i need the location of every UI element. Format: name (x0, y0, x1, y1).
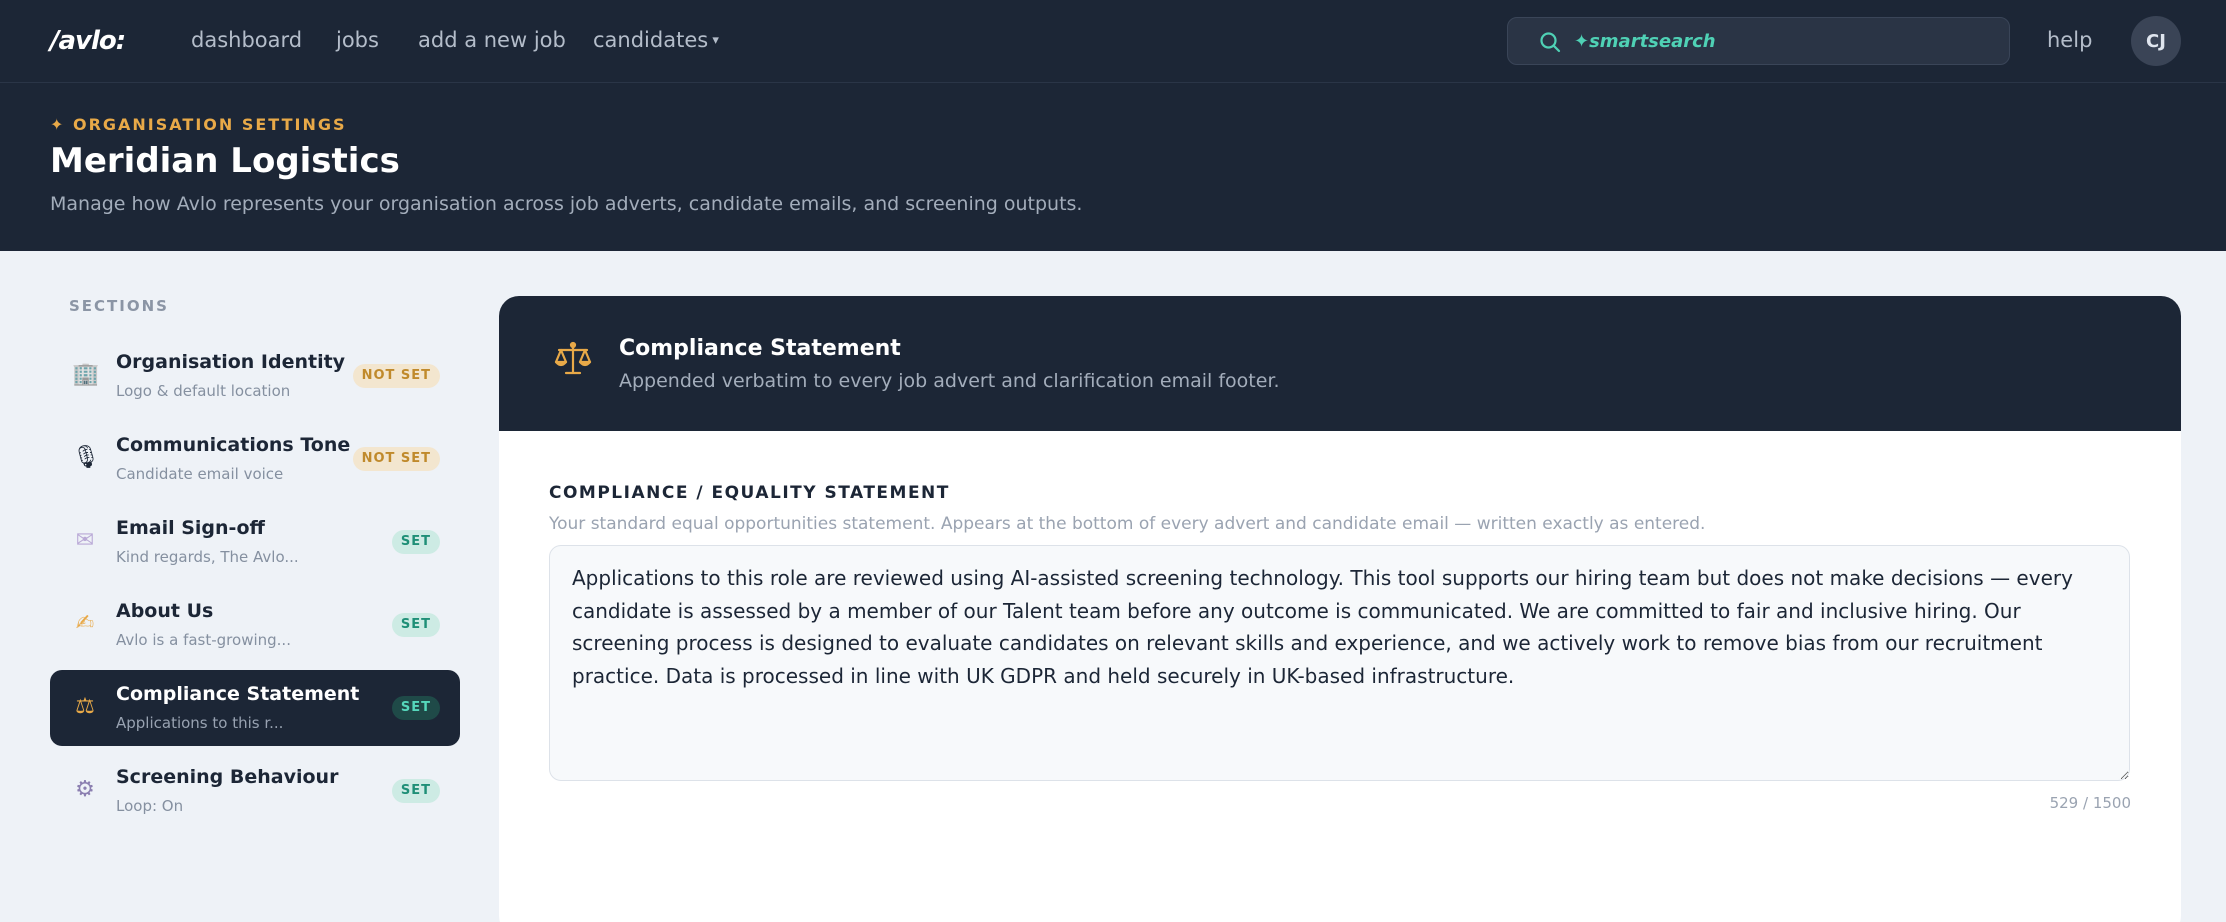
building-icon: 🏢 (72, 362, 100, 387)
envelope-icon: ✉ (75, 528, 95, 553)
nav-candidates-dropdown[interactable]: candidates (593, 28, 719, 52)
panel-subtitle: Appended verbatim to every job advert an… (619, 370, 1280, 392)
status-badge: SET (391, 779, 440, 803)
sidebar-item-subtitle: Applications to this r... (116, 714, 284, 732)
sidebar-item-title: About Us (116, 600, 214, 622)
sidebar-item-subtitle: Candidate email voice (116, 465, 284, 483)
sidebar-item-title: Screening Behaviour (116, 766, 339, 788)
page-title: Meridian Logistics (50, 141, 400, 181)
status-badge: SET (391, 613, 440, 637)
compliance-field-help: Your standard equal opportunities statem… (549, 514, 1706, 534)
sidebar-item-screening-behaviour[interactable]: ⚙ Screening Behaviour Loop: On SET (50, 753, 460, 829)
status-badge: SET (391, 530, 440, 554)
top-navigation-bar: /avlo: dashboard jobs add a new job cand… (0, 0, 2226, 83)
sidebar-item-subtitle: Logo & default location (116, 382, 291, 400)
compliance-statement-panel: Compliance Statement Appended verbatim t… (499, 296, 2181, 922)
character-counter: 529 / 1500 (2049, 794, 2131, 812)
search-icon (1540, 32, 1561, 53)
sidebar-item-email-sign-off[interactable]: ✉ Email Sign-off Kind regards, The Avlo.… (50, 504, 460, 580)
sidebar-item-organisation-identity[interactable]: 🏢 Organisation Identity Logo & default l… (50, 338, 460, 414)
page-subtitle: Manage how Avlo represents your organisa… (50, 193, 1083, 215)
compliance-field-label: COMPLIANCE / EQUALITY STATEMENT (549, 483, 950, 503)
sidebar-item-title: Email Sign-off (116, 517, 265, 539)
nav-dashboard[interactable]: dashboard (191, 28, 302, 52)
gear-icon: ⚙ (75, 777, 95, 802)
scales-icon: ⚖ (75, 694, 95, 719)
status-badge: SET (391, 696, 440, 720)
page-header: ✦ ORGANISATION SETTINGS Meridian Logisti… (0, 83, 2226, 251)
avlo-logo[interactable]: /avlo: (50, 26, 126, 56)
sidebar-item-compliance-statement[interactable]: ⚖ Compliance Statement Applications to t… (50, 670, 460, 746)
panel-title: Compliance Statement (619, 336, 901, 361)
status-badge: NOT SET (352, 364, 440, 388)
sections-label: SECTIONS (69, 297, 169, 315)
smartsearch-input[interactable] (1574, 26, 1994, 56)
status-badge: NOT SET (352, 447, 440, 471)
nav-jobs[interactable]: jobs (336, 28, 379, 52)
sidebar-item-about-us[interactable]: ✍ About Us Avlo is a fast-growing... SET (50, 587, 460, 663)
sidebar-item-title: Compliance Statement (116, 683, 360, 705)
user-avatar[interactable]: CJ (2131, 16, 2181, 66)
sidebar-item-communications-tone[interactable]: 🎙 Communications Tone Candidate email vo… (50, 421, 460, 497)
nav-add-a-new-job[interactable]: add a new job (418, 28, 566, 52)
page-eyebrow: ✦ ORGANISATION SETTINGS (50, 115, 347, 134)
sidebar-item-subtitle: Avlo is a fast-growing... (116, 631, 291, 649)
sidebar-item-subtitle: Loop: On (116, 797, 184, 815)
sidebar-item-subtitle: Kind regards, The Avlo... (116, 548, 299, 566)
panel-header: Compliance Statement Appended verbatim t… (499, 296, 2181, 431)
help-link[interactable]: help (2047, 28, 2092, 52)
sidebar-item-title: Organisation Identity (116, 351, 346, 373)
smartsearch-box[interactable] (1507, 17, 2010, 65)
sidebar-item-title: Communications Tone (116, 434, 351, 456)
scales-icon (554, 341, 592, 375)
microphone-icon: 🎙 (72, 445, 100, 470)
compliance-statement-textarea[interactable]: Applications to this role are reviewed u… (549, 545, 2130, 781)
writing-hand-icon: ✍ (75, 611, 95, 636)
